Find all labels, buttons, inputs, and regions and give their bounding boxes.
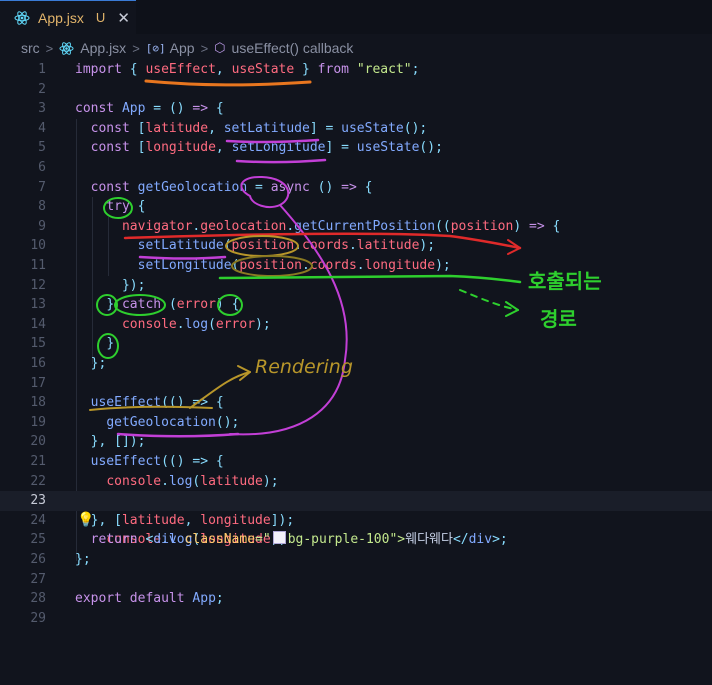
line-number: 6: [38, 160, 46, 175]
breadcrumb-folder[interactable]: src: [21, 40, 40, 56]
symbol-variable-icon: [⊘]: [145, 41, 166, 55]
react-icon: [14, 10, 30, 25]
breadcrumb-file-label: App.jsx: [80, 40, 127, 56]
code-text: }, [latitude, longitude]);: [90, 512, 295, 528]
code-line-5: const [longitude, setLongitude] = useSta…: [0, 138, 712, 158]
breadcrumb-callback-label: useEffect() callback: [231, 40, 354, 56]
line-number: 17: [30, 375, 46, 391]
code-text: };: [90, 356, 107, 371]
code-line-14: console.log(error);: [0, 315, 712, 335]
tab-filename: App.jsx: [38, 9, 84, 26]
code-line: 6: [0, 158, 712, 178]
code-text: console.log(error);: [121, 316, 271, 332]
code-line-22: console.log(latitude);: [0, 472, 712, 492]
code-line-23: 💡 console.log(longitude);: [0, 491, 712, 548]
tab-bar: App.jsx U ✕: [0, 0, 712, 34]
line-number: 29: [30, 610, 46, 626]
line-number: 2: [38, 81, 46, 97]
code-text: const [latitude, setLatitude] = useState…: [90, 120, 428, 136]
code-text: const [longitude, setLongitude] = useSta…: [90, 140, 443, 156]
code-text: setLongitude(position.coords.longitude);: [137, 258, 451, 273]
code-line-26: };: [0, 550, 712, 570]
code-line-28: export default App;: [0, 589, 712, 609]
code-text: } catch (error) {: [106, 297, 240, 313]
code-line: 27: [0, 570, 712, 590]
code-text: const App = () => {: [75, 101, 224, 117]
code-line-11: setLongitude(position.coords.longitude);: [0, 256, 712, 276]
code-line-20: }, []);: [0, 432, 712, 452]
code-text: navigator.geolocation.getCurrentPosition…: [121, 218, 561, 234]
code-line-21: useEffect(() => {: [0, 452, 712, 472]
code-line: 2: [0, 80, 712, 100]
code-text: export default App;: [75, 591, 224, 607]
code-line-10: setLatitude(position.coords.latitude);: [0, 236, 712, 256]
code-text: setLatitude(position.coords.latitude);: [137, 238, 436, 254]
code-line-3: const App = () => {: [0, 99, 712, 119]
code-text: console.log(latitude);: [106, 473, 279, 489]
code-text: }: [106, 336, 115, 352]
cube-icon: ⬡: [214, 40, 226, 55]
code-line-16: };: [0, 354, 712, 374]
code-line-25: return <div className=" bg-purple-100">웨다…: [0, 530, 712, 550]
code-text: });: [121, 277, 146, 293]
tab-app-jsx[interactable]: App.jsx U ✕: [0, 0, 136, 34]
code-line-18: useEffect(() => {: [0, 393, 712, 413]
close-icon[interactable]: ✕: [117, 9, 130, 27]
code-line-7: const getGeolocation = async () => {: [0, 178, 712, 198]
code-line-4: const [latitude, setLatitude] = useState…: [0, 119, 712, 139]
git-status-badge: U: [95, 10, 106, 25]
code-line: 17: [0, 374, 712, 394]
chevron-right-icon: >: [132, 40, 140, 56]
breadcrumb-file[interactable]: App.jsx: [59, 40, 126, 56]
code-text: };: [75, 552, 91, 567]
breadcrumb-symbol-label: App: [169, 40, 195, 56]
code-line-12: });: [0, 276, 712, 296]
code-line-19: getGeolocation();: [0, 413, 712, 433]
code-text: getGeolocation();: [106, 414, 240, 430]
code-editor[interactable]: 1 2 3 4 5 6 7 8 9 10 11 12 13 14 15 16 1…: [0, 60, 712, 685]
code-text: try {: [106, 199, 146, 215]
code-text: useEffect(() => {: [90, 454, 224, 469]
code-line-9: navigator.geolocation.getCurrentPosition…: [0, 217, 712, 237]
color-swatch: [272, 531, 286, 545]
code-line-13: } catch (error) {: [0, 295, 712, 315]
chevron-right-icon: >: [200, 40, 209, 56]
line-number: 27: [30, 571, 46, 587]
code-line-24: }, [latitude, longitude]);: [0, 511, 712, 531]
code-line-8: try {: [0, 197, 712, 217]
breadcrumb-callback[interactable]: ⬡ useEffect() callback: [214, 40, 353, 56]
code-line-1: import { useEffect, useState } from "rea…: [0, 60, 712, 80]
breadcrumb: src > App.jsx > [⊘] App > ⬡ useEffect() …: [0, 36, 712, 60]
react-icon: [59, 41, 74, 55]
breadcrumb-symbol[interactable]: [⊘] App: [146, 40, 195, 56]
code-text: return <div className=" bg-purple-100">웨다…: [90, 531, 508, 548]
code-line: 29: [0, 609, 712, 629]
chevron-right-icon: >: [45, 40, 54, 56]
code-text: useEffect(() => {: [90, 395, 224, 411]
code-line-15: }: [0, 334, 712, 354]
code-text: }, []);: [90, 434, 146, 450]
code-text: import { useEffect, useState } from "rea…: [75, 62, 420, 77]
code-text: const getGeolocation = async () => {: [90, 179, 373, 195]
